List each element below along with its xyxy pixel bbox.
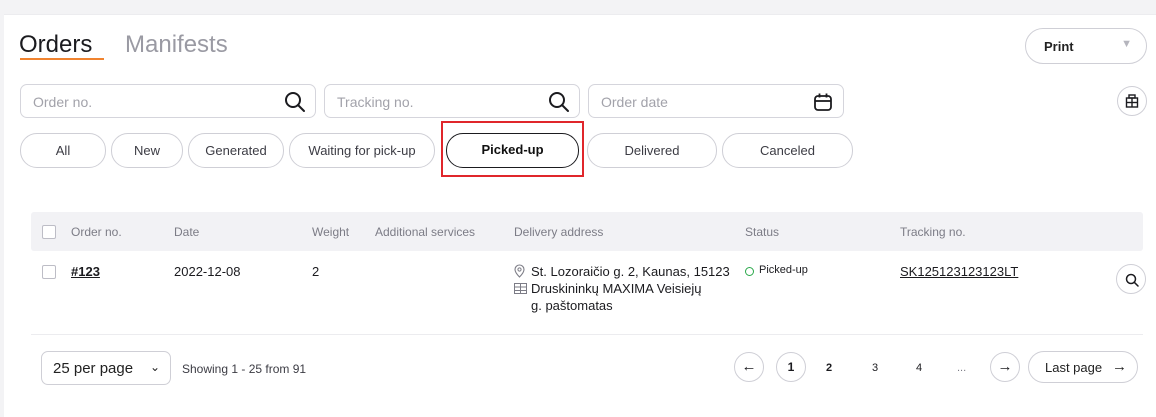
order-date: 2022-12-08 (174, 264, 241, 279)
parcel-locker-icon (514, 283, 527, 294)
page-4-button[interactable]: 4 (916, 362, 922, 374)
order-date-input[interactable]: Order date (588, 84, 844, 118)
search-icon[interactable] (284, 91, 306, 113)
header-date: Date (174, 225, 200, 239)
chevron-down-icon: ⌄ (149, 360, 160, 374)
magnifier-icon (1125, 273, 1139, 287)
highlight-box (441, 121, 584, 177)
chip-new[interactable]: New (111, 133, 183, 168)
order-no-placeholder: Order no. (33, 94, 93, 110)
delivery-address: St. Lozoraičio g. 2, Kaunas, 15123 (531, 264, 730, 279)
select-all-checkbox[interactable] (42, 225, 56, 239)
per-page-select[interactable]: 25 per page ⌄ (41, 351, 171, 385)
tracking-link[interactable]: SK125123123123LT (900, 264, 1018, 279)
chip-canceled[interactable]: Canceled (722, 133, 853, 168)
order-no-input[interactable]: Order no. (20, 84, 316, 118)
header-order-no: Order no. (71, 225, 122, 239)
header-status: Status (745, 225, 780, 239)
arrow-right-icon: → (1112, 358, 1127, 375)
kiosk-icon (1125, 94, 1139, 108)
view-order-button[interactable] (1116, 264, 1146, 294)
row-divider (31, 334, 1143, 335)
status-badge: Picked-up (759, 264, 808, 276)
row-checkbox[interactable] (42, 265, 56, 279)
status-indicator-icon (745, 267, 754, 276)
page-3-button[interactable]: 3 (872, 362, 878, 374)
chip-all[interactable]: All (20, 133, 106, 168)
header-tracking-no: Tracking no. (900, 225, 966, 239)
chip-delivered[interactable]: Delivered (587, 133, 717, 168)
chip-generated[interactable]: Generated (188, 133, 284, 168)
pickup-terminal-line1: Druskininkų MAXIMA Veisiejų (531, 281, 702, 296)
per-page-label: 25 per page (53, 360, 134, 377)
location-pin-icon (514, 264, 525, 278)
order-date-placeholder: Order date (601, 94, 668, 110)
tracking-no-input[interactable]: Tracking no. (324, 84, 580, 118)
chevron-down-icon: ▼ (1121, 38, 1132, 50)
active-tab-underline (20, 58, 104, 60)
chip-waiting-for-pick-up[interactable]: Waiting for pick-up (289, 133, 435, 168)
header-additional-services: Additional services (375, 225, 476, 239)
tab-orders[interactable]: Orders (19, 31, 92, 59)
last-page-button[interactable]: Last page → (1028, 351, 1138, 383)
pagination-ellipsis: ... (957, 362, 967, 374)
page-1-button[interactable]: 1 (776, 352, 806, 382)
order-link[interactable]: #123 (71, 264, 100, 279)
tracking-no-placeholder: Tracking no. (337, 94, 414, 110)
header-delivery-address: Delivery address (514, 225, 604, 239)
pickup-terminal-line2: g. paštomatas (531, 298, 613, 313)
header-weight: Weight (312, 225, 350, 239)
order-weight: 2 (312, 264, 320, 279)
tab-manifests[interactable]: Manifests (125, 31, 228, 59)
page-2-button[interactable]: 2 (826, 362, 832, 374)
prev-page-button[interactable]: ← (734, 352, 764, 382)
next-page-button[interactable]: → (990, 352, 1020, 382)
print-label: Print (1044, 39, 1074, 54)
showing-count: Showing 1 - 25 from 91 (182, 362, 307, 376)
calendar-icon[interactable] (812, 91, 834, 113)
print-dropdown[interactable]: Print ▼ (1025, 28, 1147, 64)
parcel-terminal-button[interactable] (1117, 86, 1147, 116)
search-icon[interactable] (548, 91, 570, 113)
last-page-label: Last page (1045, 360, 1103, 375)
